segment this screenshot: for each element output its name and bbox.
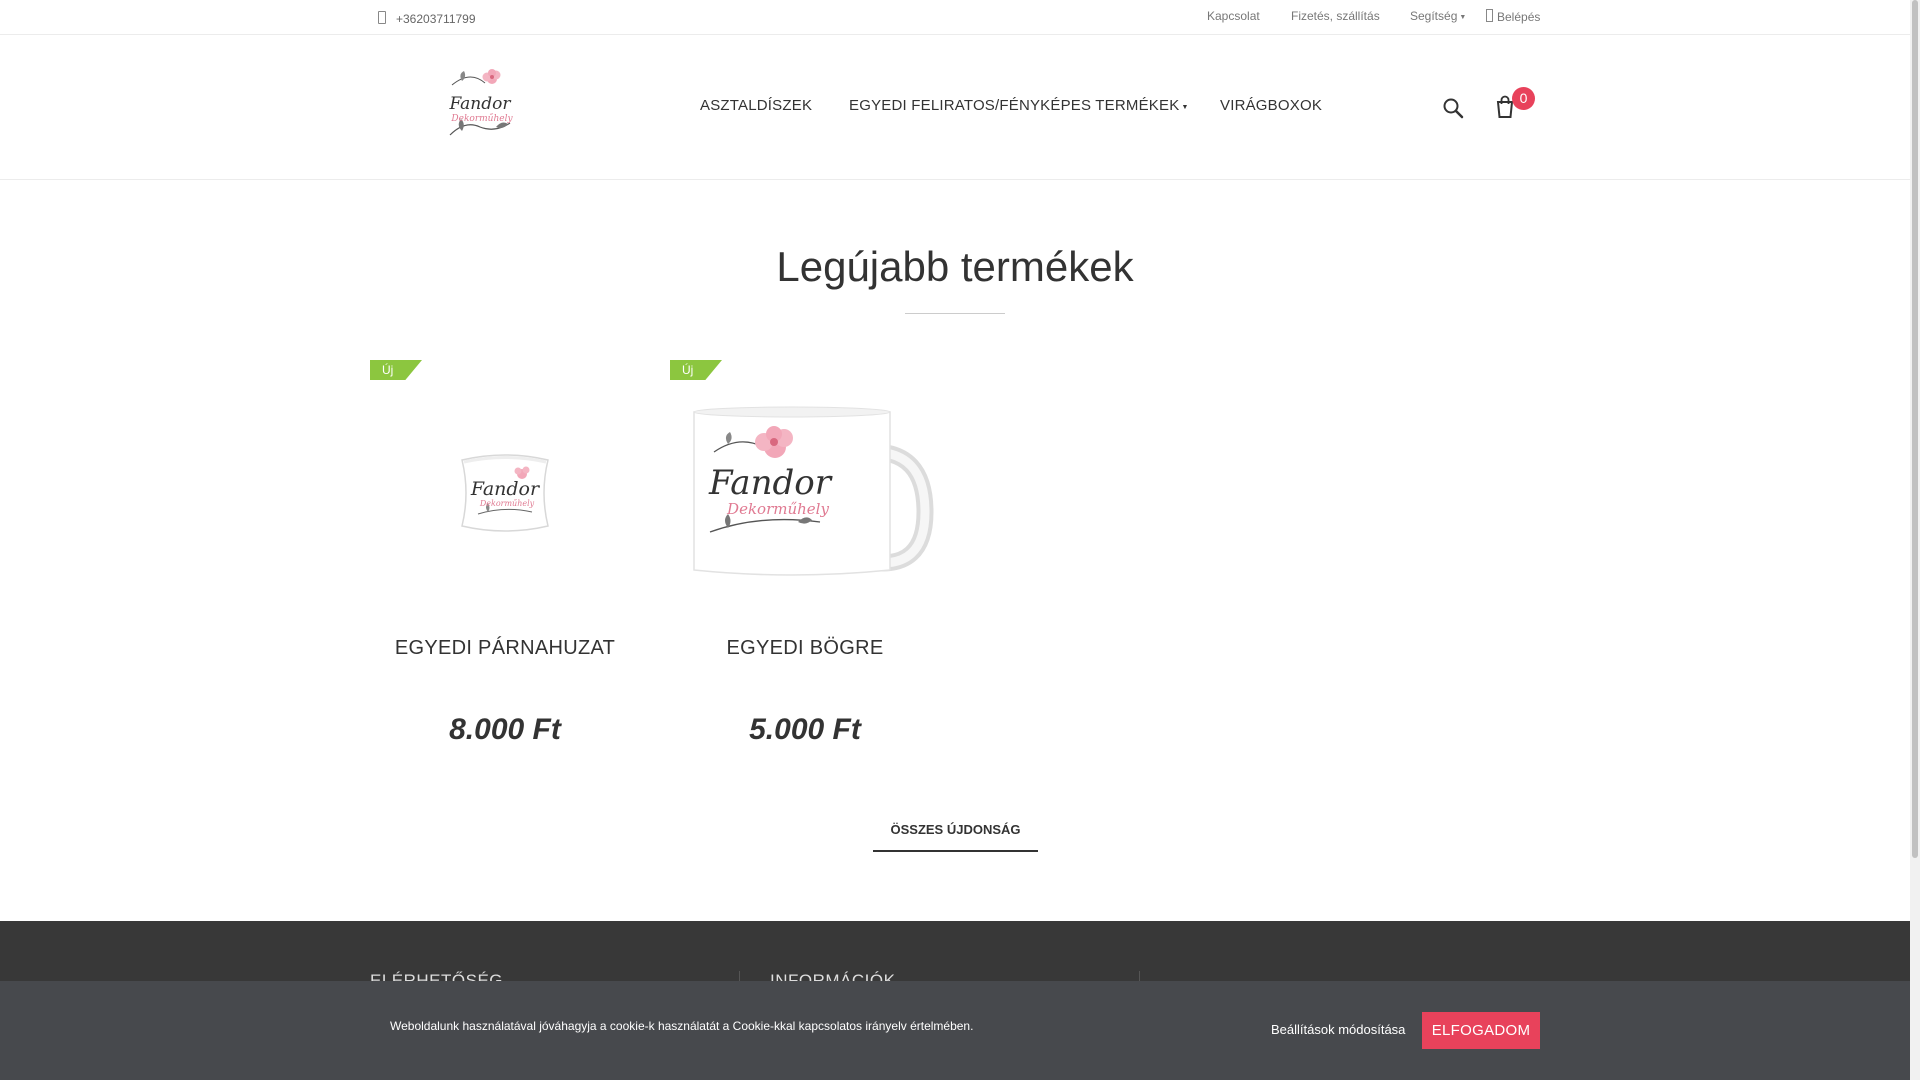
product-image-pillow[interactable]: Fandor Dekorműhely	[370, 382, 640, 592]
new-badge-label: Új	[382, 363, 394, 377]
mug-logo-text: Fandor	[708, 463, 833, 503]
phone-number: +36203711799	[396, 12, 476, 26]
site-logo[interactable]: Fandor Dekorműhely	[440, 65, 520, 149]
help-label: Segítség	[1410, 9, 1458, 23]
login-icon	[1486, 9, 1493, 22]
all-new-products-link[interactable]: ÖSSZES ÚJDONSÁG	[873, 822, 1038, 852]
scrollbar-thumb[interactable]	[1912, 0, 1918, 858]
login-link[interactable]: Belépés	[1486, 9, 1540, 24]
main-header: Fandor Dekorműhely ASZTALDÍSZEK EGYEDI F…	[0, 35, 1910, 180]
product-card[interactable]: Új Fandor Dekorműhely EGYEDI PÁRNAHUZAT …	[370, 360, 640, 760]
cart-count-badge[interactable]: 0	[1512, 87, 1535, 110]
logo-text-sub: Dekorműhely	[450, 113, 513, 124]
cookie-notice-text: Weboldalunk használatával jóváhagyja a c…	[390, 1019, 974, 1033]
nav-item-custom-products-label: EGYEDI FELIRATOS/FÉNYKÉPES TERMÉKEK	[849, 97, 1180, 114]
chevron-down-icon: ▼	[1459, 14, 1467, 21]
chevron-down-icon: ▼	[1181, 104, 1189, 111]
pillow-logo-text: Fandor	[470, 478, 541, 500]
new-badge: Új	[670, 360, 722, 380]
mug-logo-subtext: Dekorműhely	[726, 500, 829, 518]
search-icon[interactable]	[1442, 97, 1464, 119]
phone-link[interactable]: +36203711799	[378, 11, 476, 26]
pillow-logo-subtext: Dekorműhely	[479, 499, 535, 508]
nav-item-flower-boxes[interactable]: VIRÁGBOXOK	[1220, 97, 1322, 114]
nav-item-table-decor[interactable]: ASZTALDÍSZEK	[700, 97, 812, 114]
product-name[interactable]: EGYEDI PÁRNAHUZAT	[370, 637, 640, 660]
product-card[interactable]: Új Fandor Dekorműhely EGYEDI BÖGRE 5.000…	[670, 360, 940, 760]
product-image-mug[interactable]: Fandor Dekorműhely	[670, 382, 940, 592]
new-badge-label: Új	[682, 363, 694, 377]
contact-link[interactable]: Kapcsolat	[1207, 9, 1260, 23]
new-badge: Új	[370, 360, 422, 380]
login-label: Belépés	[1497, 10, 1541, 24]
cookie-settings-link[interactable]: Beállítások módosítása	[1271, 1022, 1405, 1037]
nav-item-custom-products[interactable]: EGYEDI FELIRATOS/FÉNYKÉPES TERMÉKEK ▼	[849, 97, 1189, 114]
phone-icon	[378, 11, 386, 24]
page-scrollbar[interactable]	[1910, 0, 1920, 1080]
product-name[interactable]: EGYEDI BÖGRE	[670, 637, 940, 660]
cookie-accept-button[interactable]: ELFOGADOM	[1422, 1012, 1540, 1049]
product-price: 8.000 Ft	[449, 713, 561, 746]
help-menu[interactable]: Segítség ▼	[1410, 9, 1466, 23]
cookie-consent-bar: Weboldalunk használatával jóváhagyja a c…	[0, 981, 1910, 1080]
title-divider	[905, 313, 1005, 314]
logo-text-main: Fandor	[449, 94, 512, 114]
product-price: 5.000 Ft	[749, 713, 861, 746]
section-title: Legújabb termékek	[776, 243, 1134, 290]
top-bar: +36203711799 Kapcsolat Fizetés, szállítá…	[0, 0, 1910, 35]
payment-shipping-link[interactable]: Fizetés, szállítás	[1291, 9, 1380, 23]
